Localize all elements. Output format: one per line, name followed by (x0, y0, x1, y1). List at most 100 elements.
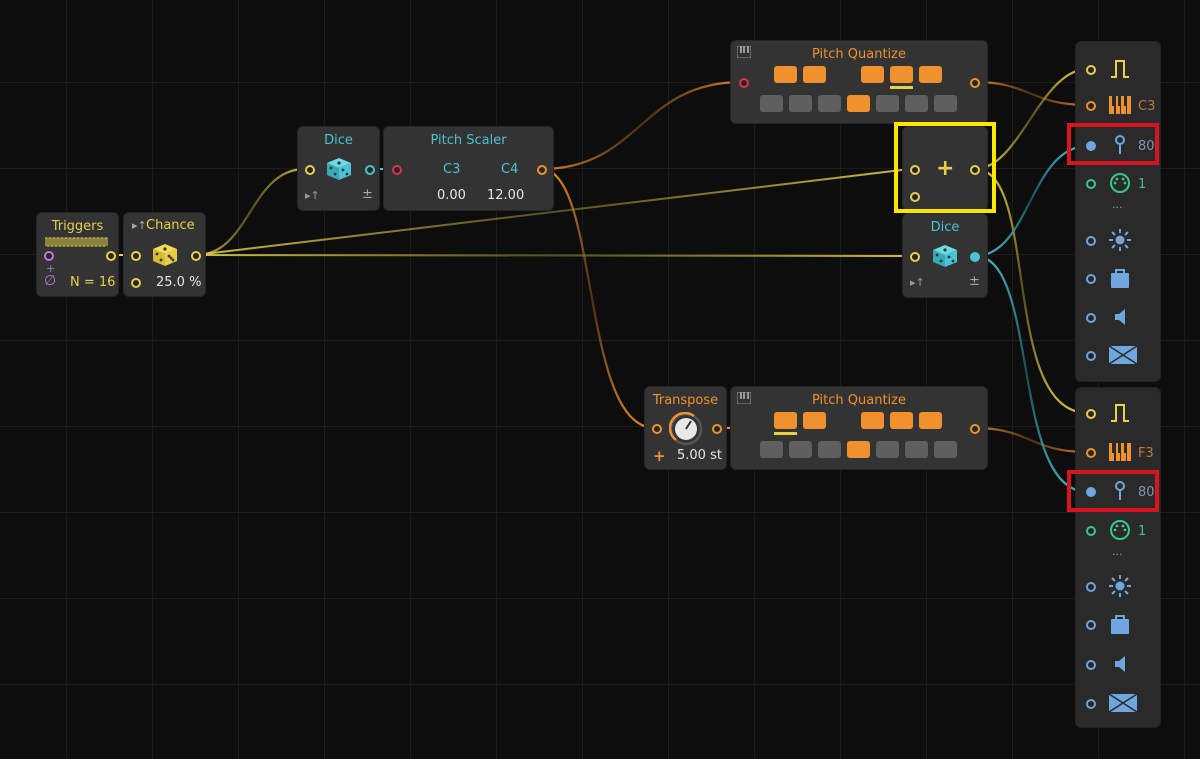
highlight-add-node (894, 122, 996, 213)
scaler-low-value[interactable]: 0.00 (437, 188, 466, 203)
bipolar-toggle[interactable]: ± (362, 187, 373, 202)
cable-quantize-voice2[interactable] (974, 426, 1089, 454)
key-g-sharp[interactable] (890, 66, 913, 83)
key-b[interactable] (934, 441, 957, 458)
dice-mode-icon[interactable]: ▸↑ (910, 276, 925, 289)
chance-node[interactable]: ▸↑ Chance 25.0 % (124, 213, 205, 296)
scaler-low-note[interactable]: C3 (443, 162, 460, 177)
speaker-icon (1115, 656, 1125, 672)
key-e[interactable] (818, 95, 841, 112)
triggers-input-port[interactable] (44, 251, 54, 261)
transpose-input-port[interactable] (652, 424, 662, 434)
pitch-value[interactable]: F3 (1138, 446, 1154, 461)
scaler-high-note[interactable]: C4 (501, 162, 518, 177)
voice-rack-top: C3 80 1 ... (1076, 42, 1160, 381)
bipolar-toggle[interactable]: ± (969, 274, 980, 289)
pressure-input-port[interactable] (1086, 620, 1096, 630)
key-f-sharp[interactable] (861, 66, 884, 83)
brightness-input-port[interactable] (1086, 582, 1096, 592)
key-d[interactable] (789, 441, 812, 458)
volume-input-port[interactable] (1086, 313, 1096, 323)
key-b[interactable] (934, 95, 957, 112)
key-c-sharp[interactable] (774, 412, 797, 429)
key-d-sharp[interactable] (803, 412, 826, 429)
quantize-input-port[interactable] (739, 78, 749, 88)
key-a-sharp[interactable] (919, 66, 942, 83)
channel-input-port[interactable] (1086, 179, 1096, 189)
transpose-node[interactable]: Transpose + 5.00 st (645, 387, 726, 469)
dice-input-port[interactable] (910, 252, 920, 262)
channel-value[interactable]: 1 (1138, 177, 1146, 192)
key-g[interactable] (876, 95, 899, 112)
pitch-quantize-top-node[interactable]: Pitch Quantize (731, 41, 987, 123)
transpose-output-port[interactable] (712, 424, 722, 434)
pressure-input-port[interactable] (1086, 274, 1096, 284)
gate-input-port[interactable] (1086, 409, 1096, 419)
dice-output-port[interactable] (970, 252, 980, 262)
pitch-scaler-node[interactable]: Pitch Scaler C3 C4 0.00 12.00 (384, 127, 553, 210)
key-g[interactable] (876, 441, 899, 458)
key-f[interactable] (847, 441, 870, 458)
cable-dice-velocity2[interactable] (974, 254, 1089, 494)
triggers-node[interactable]: Triggers + ∅ N = 16 (37, 213, 118, 296)
key-d[interactable] (789, 95, 812, 112)
pitch-value[interactable]: C3 (1138, 99, 1155, 114)
scaler-output-port[interactable] (537, 165, 547, 175)
more-ellipsis[interactable]: ... (1112, 198, 1123, 211)
brightness-input-port[interactable] (1086, 236, 1096, 246)
dice-mode-icon[interactable]: ▸↑ (305, 189, 320, 202)
key-c-sharp[interactable] (774, 66, 797, 83)
cable-quantize-voice1[interactable] (974, 80, 1089, 107)
piano-icon (1109, 443, 1131, 461)
dice-node-top[interactable]: Dice ▸↑ ± (298, 127, 379, 210)
highlight-velocity-bottom (1067, 470, 1159, 512)
root-note-marker (890, 86, 913, 89)
key-d-sharp[interactable] (803, 66, 826, 83)
dice-input-port[interactable] (305, 165, 315, 175)
quantize-output-port[interactable] (970, 78, 980, 88)
gate-input-port[interactable] (1086, 65, 1096, 75)
pitch-quantize-title: Pitch Quantize (812, 393, 906, 408)
scaler-high-value[interactable]: 12.00 (487, 188, 524, 203)
dice-output-port[interactable] (365, 165, 375, 175)
key-e[interactable] (818, 441, 841, 458)
pitch-quantize-bottom-node[interactable]: Pitch Quantize (731, 387, 987, 469)
key-c[interactable] (760, 95, 783, 112)
key-f-sharp[interactable] (861, 412, 884, 429)
volume-input-port[interactable] (1086, 660, 1096, 670)
dice-node-mid[interactable]: Dice ▸↑ ± (903, 214, 987, 297)
quantize-output-port[interactable] (970, 424, 980, 434)
key-f[interactable] (847, 95, 870, 112)
gate-icon (1111, 404, 1129, 422)
chance-value[interactable]: 25.0 % (156, 275, 201, 290)
channel-input-port[interactable] (1086, 526, 1096, 536)
channel-value[interactable]: 1 (1138, 524, 1146, 539)
null-icon: ∅ (44, 273, 57, 289)
cable-scaler-transpose[interactable] (540, 167, 656, 430)
key-c[interactable] (760, 441, 783, 458)
gate-icon (1111, 60, 1129, 78)
key-g-sharp[interactable] (890, 412, 913, 429)
transpose-knob[interactable] (669, 412, 703, 446)
more-ellipsis[interactable]: ... (1112, 545, 1123, 558)
triggers-output-port[interactable] (106, 251, 116, 261)
cable-scaler-quantize-top[interactable] (540, 80, 743, 171)
brightness-icon (1109, 229, 1131, 251)
dice-icon (153, 244, 177, 266)
transpose-mod-plus[interactable]: + (653, 447, 666, 465)
key-a-sharp[interactable] (919, 412, 942, 429)
trigger-pattern-icon (45, 237, 108, 247)
key-a[interactable] (905, 441, 928, 458)
transpose-value[interactable]: 5.00 st (677, 448, 722, 463)
chance-mod-port[interactable] (131, 278, 141, 288)
pan-input-port[interactable] (1086, 699, 1096, 709)
cable-chance-dice[interactable] (195, 167, 306, 257)
chance-output-port[interactable] (191, 251, 201, 261)
pitch-input-port[interactable] (1086, 448, 1096, 458)
pan-input-port[interactable] (1086, 351, 1096, 361)
cable-chance-dice-mid[interactable] (195, 254, 911, 257)
pitch-input-port[interactable] (1086, 101, 1096, 111)
key-a[interactable] (905, 95, 928, 112)
chance-input-port[interactable] (131, 251, 141, 261)
scaler-input-port[interactable] (392, 165, 402, 175)
